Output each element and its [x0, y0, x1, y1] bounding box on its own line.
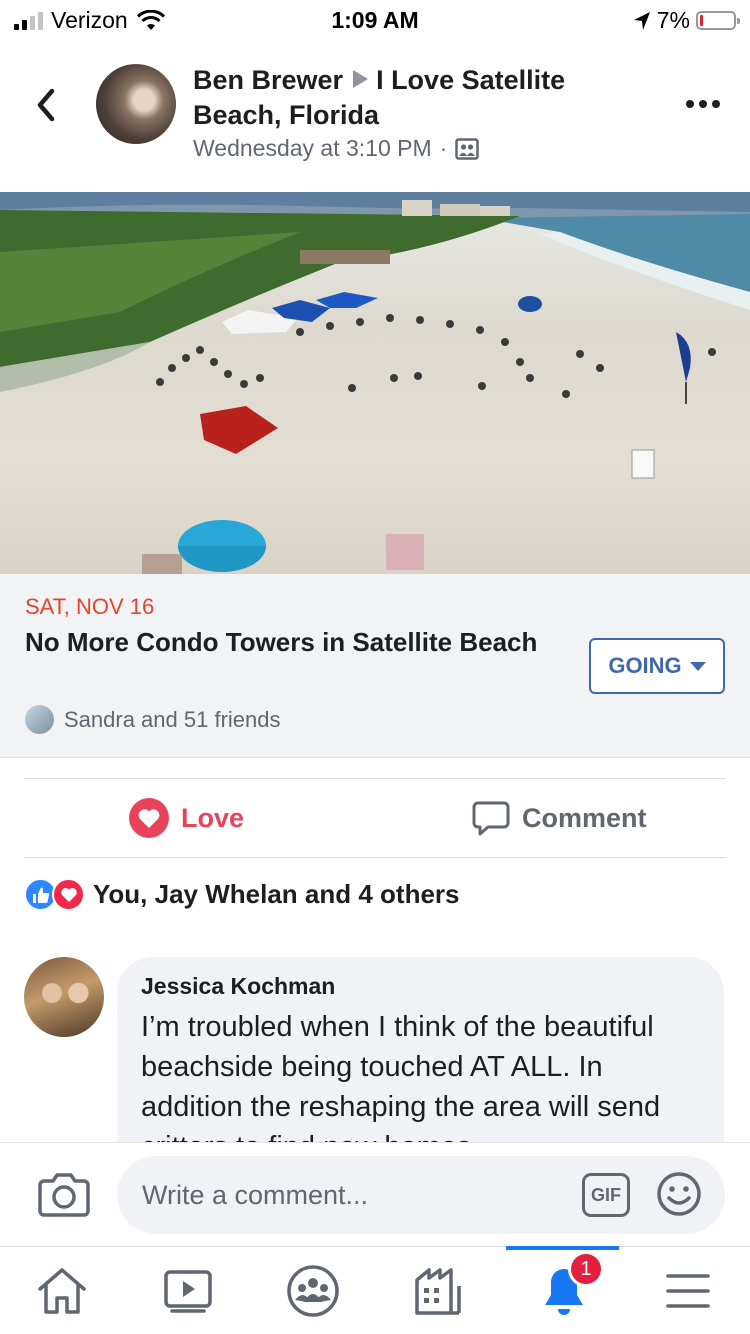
comment-label: Comment: [522, 802, 647, 833]
reactions-summary[interactable]: You, Jay Whelan and 4 others: [24, 878, 460, 911]
reactions-label: You, Jay Whelan and 4 others: [93, 879, 460, 909]
love-label: Love: [181, 802, 245, 833]
event-friends-label: Sandra and 51 friends: [64, 706, 281, 732]
camera-icon[interactable]: [38, 1171, 90, 1217]
groups-icon[interactable]: [283, 1265, 343, 1317]
event-date: SAT, NOV 16: [25, 594, 155, 619]
comment-input[interactable]: Write a comment...: [117, 1156, 725, 1234]
battery-percent: 7%: [656, 7, 690, 33]
marketplace-icon[interactable]: [408, 1265, 468, 1317]
tab-bar: 1: [0, 1246, 750, 1334]
battery-icon: [696, 11, 740, 30]
caret-down-icon: [689, 661, 706, 671]
divider: [24, 857, 726, 858]
event-friends: Sandra and 51 friends: [25, 705, 281, 734]
notifications-icon[interactable]: 1: [534, 1251, 604, 1317]
status-bar: Verizon 1:09 AM 7%: [0, 0, 750, 40]
notification-badge: 1: [568, 1251, 604, 1287]
gif-button[interactable]: GIF: [582, 1173, 630, 1217]
event-photo[interactable]: [0, 192, 750, 574]
commenter-avatar[interactable]: [24, 957, 104, 1037]
author-avatar[interactable]: [96, 64, 176, 144]
post-actions: Love Comment: [0, 779, 750, 857]
post-header: Ben Brewer I Love Satellite Beach, Florid…: [0, 55, 750, 185]
menu-icon[interactable]: [658, 1265, 718, 1317]
active-tab-indicator: [506, 1246, 619, 1250]
heart-icon: [129, 798, 169, 838]
post-timestamp[interactable]: Wednesday at 3:10 PM: [193, 135, 432, 162]
event-card[interactable]: SAT, NOV 16 No More Condo Towers in Sate…: [0, 574, 750, 758]
comment-author[interactable]: Jessica Kochman: [141, 973, 335, 1000]
location-arrow-icon: [633, 11, 650, 30]
love-button[interactable]: Love: [129, 779, 244, 857]
going-label: GOING: [608, 653, 682, 678]
meta-separator: ·: [439, 135, 448, 161]
gif-label: GIF: [591, 1184, 621, 1205]
author-name[interactable]: Ben Brewer: [193, 65, 343, 95]
post-title: Ben Brewer I Love Satellite Beach, Florid…: [193, 63, 633, 133]
comment-button[interactable]: Comment: [472, 779, 647, 857]
going-button[interactable]: GOING: [589, 638, 725, 694]
post-meta: Wednesday at 3:10 PM ·: [193, 135, 480, 162]
chevron-left-icon[interactable]: [30, 85, 64, 125]
more-icon[interactable]: [686, 100, 720, 108]
home-icon[interactable]: [32, 1265, 92, 1317]
event-title[interactable]: No More Condo Towers in Satellite Beach: [25, 627, 545, 658]
group-icon: [455, 137, 480, 160]
comment-placeholder: Write a comment...: [142, 1179, 369, 1210]
love-reaction-icon: [52, 878, 85, 911]
arrow-right-icon: [353, 70, 369, 88]
emoji-icon[interactable]: [656, 1171, 702, 1217]
comment-icon: [472, 801, 510, 836]
watch-icon[interactable]: [158, 1265, 218, 1317]
comment-composer: Write a comment... GIF: [0, 1142, 750, 1246]
friend-avatar: [25, 705, 54, 734]
